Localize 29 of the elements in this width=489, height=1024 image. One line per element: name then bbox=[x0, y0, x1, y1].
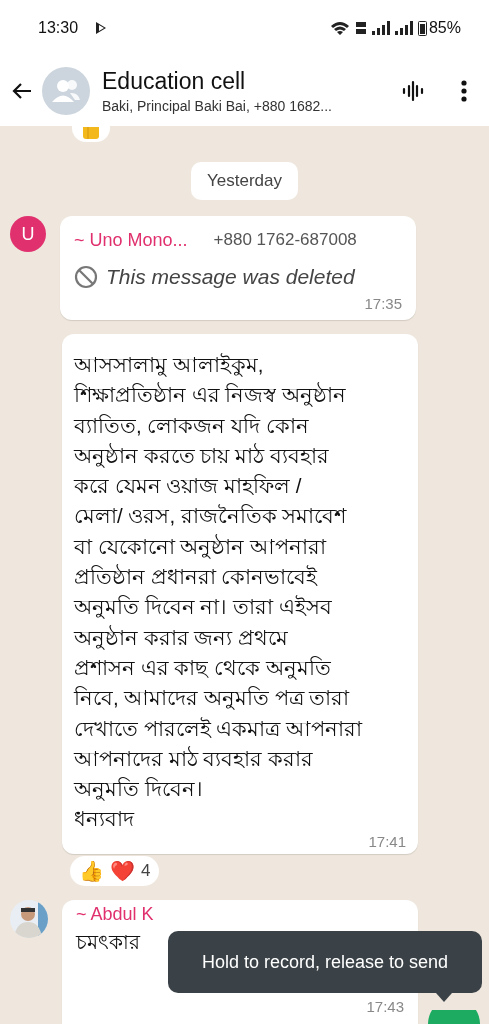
message-text: চমৎকার bbox=[76, 929, 142, 955]
clock: 13:30 bbox=[38, 19, 79, 37]
voice-chat-icon[interactable] bbox=[401, 79, 425, 103]
message-text: আসসালামু আলাইকুম, শিক্ষাপ্রতিষ্ঠান এর নিজস্ব অনুষ্ঠান ব্যাতিত, লোকজন যদি কোন অনুষ্ঠান করতে চায় মাঠ ব্যবহার করে যেমন ওয়াজ মাহফিল / মেলা/ ওরস, রাজনৈতিক সমাবেশ বা যেকোনো অনুষ্ঠান আপনারা প্রতিষ্ঠান প্রধানরা কোনভাবেই অনুমতি দিবেন না। তারা এইসব অনুষ্ঠান করার জন্য প্রথমে প্রশাসন এর কাছ থেকে অনুমতি নিবে, আমাদের অনুমতি পত্র তারা দেখাতে পারলেই একমাত্র আপনারা আপনাদের মাঠ ব্যবহার করার অনুমতি দিবেন। ধন্যবাদ bbox=[74, 352, 364, 833]
reaction-pill[interactable]: 👍 ❤ 4 bbox=[70, 855, 160, 886]
volte-icon bbox=[354, 21, 367, 35]
sender-phone: +880 1762-687008 bbox=[213, 230, 357, 251]
signal-icon bbox=[394, 21, 413, 35]
message-time: 17:43 bbox=[365, 997, 404, 1015]
reaction-emoji: 👍 bbox=[79, 858, 104, 883]
reaction-count: 4 bbox=[141, 860, 151, 881]
wifi-icon bbox=[329, 20, 350, 36]
tooltip: Hold to record, release to send bbox=[168, 931, 482, 993]
message-time: 17:35 bbox=[363, 295, 402, 312]
blocked-icon bbox=[74, 265, 98, 289]
reaction-emoji: ❤ bbox=[110, 858, 135, 883]
signal-icon bbox=[371, 21, 390, 35]
chat-subtitle[interactable]: Baki, Principal Baki Bai, +880 1682... bbox=[102, 98, 393, 114]
tooltip-pointer-icon bbox=[436, 993, 452, 1002]
chat-title[interactable]: Education cell bbox=[102, 68, 393, 95]
message-time: 17:41 bbox=[367, 832, 406, 850]
sender-name[interactable]: ~ Uno Mono... bbox=[74, 230, 188, 251]
battery-icon bbox=[417, 20, 427, 36]
deleted-notice: This message was deleted bbox=[106, 265, 355, 289]
sender-name[interactable]: ~ Abdul K bbox=[76, 903, 404, 925]
battery-level: 85% bbox=[428, 19, 461, 37]
more-options-icon[interactable] bbox=[461, 80, 467, 102]
date-chip: Yesterday bbox=[191, 162, 298, 200]
sender-avatar[interactable]: U bbox=[10, 216, 46, 252]
